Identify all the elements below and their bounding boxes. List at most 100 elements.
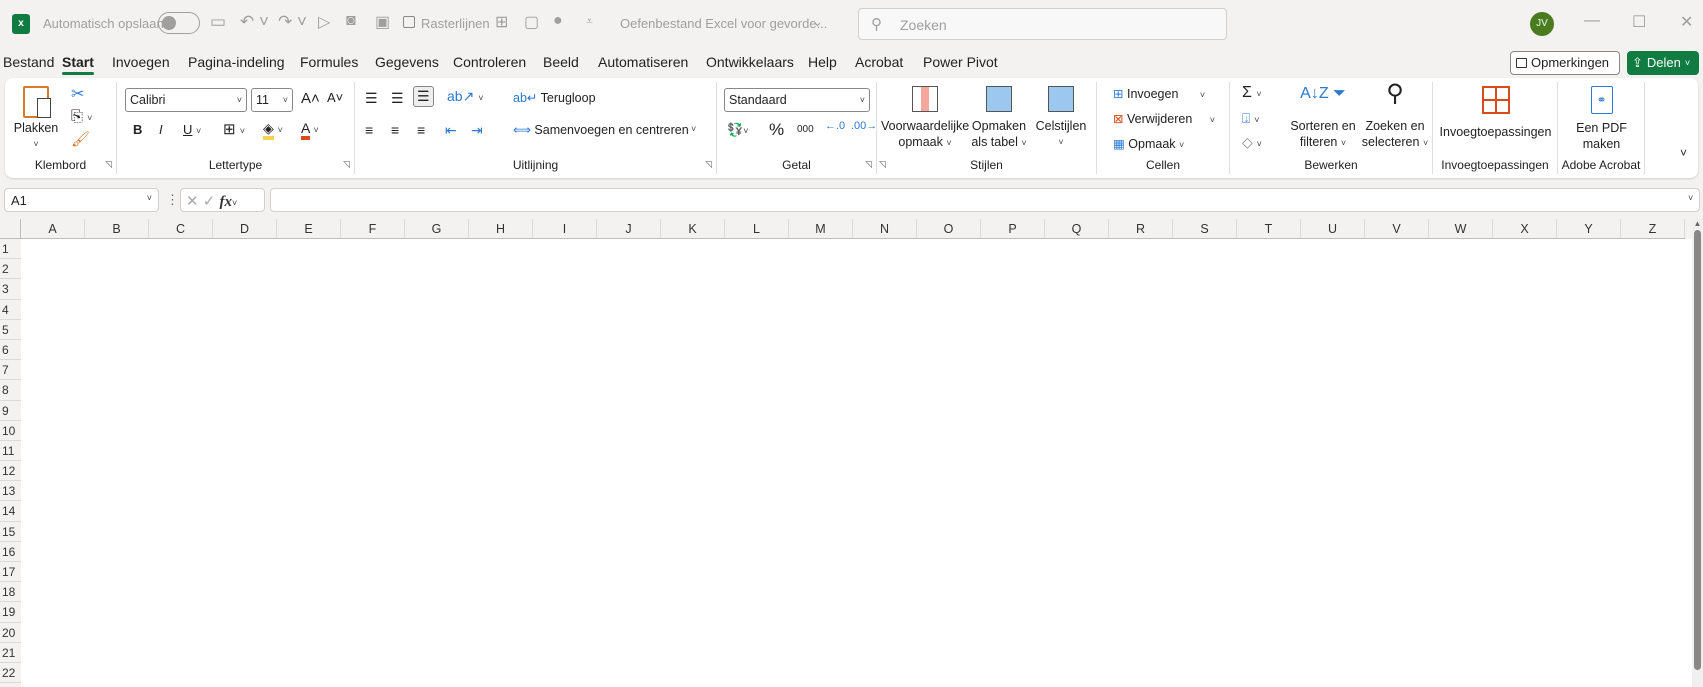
row-header[interactable]: 21 [0,643,21,663]
column-header[interactable]: J [597,219,661,238]
decrease-indent-icon[interactable]: ⇤ [445,122,457,139]
comments-button[interactable]: Opmerkingen [1510,51,1620,75]
formula-bar-grip-icon[interactable]: ⋮ [166,192,179,208]
row-header[interactable]: 12 [0,461,21,482]
dialog-launcher-icon[interactable]: ◹ [879,159,886,170]
column-header[interactable]: Y [1557,219,1621,238]
close-button[interactable]: ✕ [1680,12,1693,32]
wrap-text-button[interactable]: ab↵ Terugloop [513,90,596,105]
clear-button[interactable]: ◇ ˅ [1242,134,1262,151]
dialog-launcher-icon[interactable]: ◹ [105,159,112,170]
fill-button[interactable]: ⍗ ˅ [1242,110,1260,127]
column-header[interactable]: O [917,219,981,238]
increase-decimal-icon[interactable]: ←.0 [825,120,845,132]
borders-button[interactable]: ⊞ ˅ [223,120,245,138]
row-header[interactable]: 19 [0,602,21,623]
align-top-icon[interactable]: ☰ [365,90,378,107]
column-header[interactable]: A [21,219,85,238]
column-header[interactable]: P [981,219,1045,238]
touch-mode-icon[interactable]: ▷ [318,12,330,32]
document-title[interactable]: Oefenbestand Excel voor gevorde... [620,16,827,31]
row-header[interactable]: 16 [0,542,21,562]
italic-button[interactable]: I [159,122,163,137]
row-header[interactable]: 7 [0,360,21,381]
expand-formula-bar-icon[interactable]: ˅ [1688,193,1693,203]
format-as-table-button[interactable]: Opmaken als tabel ˅ [969,86,1029,151]
align-left-icon[interactable]: ≡ [365,122,373,138]
row-header[interactable]: 1 [0,239,21,260]
tab-acrobat[interactable]: Acrobat [855,54,903,70]
tab-help[interactable]: Help [808,54,837,70]
scrollbar-thumb[interactable] [1694,230,1701,670]
row-header[interactable]: 15 [0,522,21,542]
row-header[interactable]: 20 [0,623,21,643]
cancel-icon[interactable]: ✕ [186,193,199,210]
column-header[interactable]: I [533,219,597,238]
tab-beeld[interactable]: Beeld [543,54,579,70]
column-header[interactable]: H [469,219,533,238]
share-button[interactable]: ⇪ Delen ˅ [1627,51,1699,75]
increase-indent-icon[interactable]: ⇥ [471,122,483,139]
row-header[interactable]: 18 [0,582,21,603]
cut-icon[interactable]: ✂ [71,84,84,104]
add-ins-button[interactable]: Invoegtoepassingen [1437,86,1554,140]
font-family-select[interactable]: Calibri ˅ [125,88,247,112]
column-header[interactable]: K [661,219,725,238]
column-header[interactable]: T [1237,219,1301,238]
column-header[interactable]: F [341,219,405,238]
create-pdf-button[interactable]: ⚭ Een PDF maken [1562,86,1641,152]
column-header[interactable]: U [1301,219,1365,238]
bold-button[interactable]: B [133,122,142,137]
column-header[interactable]: W [1429,219,1493,238]
selected-cell-a1[interactable] [21,239,23,241]
maximize-button[interactable]: ☐ [1632,12,1646,32]
row-header[interactable]: 3 [0,279,21,300]
column-header[interactable]: D [213,219,277,238]
row-header[interactable]: 4 [0,300,21,320]
increase-font-size-button[interactable]: A˄ [301,90,320,107]
row-header[interactable]: 11 [0,441,21,462]
align-right-icon[interactable]: ≡ [417,122,425,138]
redo-icon[interactable]: ↷ ˅ [278,12,307,32]
tab-formules[interactable]: Formules [300,54,358,70]
name-box[interactable]: A1 ˅ [4,188,159,212]
row-header[interactable]: 8 [0,380,21,401]
save-icon[interactable]: ▭ [210,12,226,32]
copy-icon[interactable]: ⎘ ˅ [71,108,92,125]
row-header[interactable]: 22 [0,663,21,684]
column-header[interactable]: Q [1045,219,1109,238]
column-header[interactable]: C [149,219,213,238]
dialog-launcher-icon[interactable]: ◹ [865,159,872,170]
column-header[interactable]: M [789,219,853,238]
find-select-button[interactable]: ⚲ Zoeken en selecteren ˅ [1360,82,1430,151]
formula-input[interactable] [270,188,1700,212]
enter-icon[interactable]: ✓ [203,193,216,210]
font-color-button[interactable]: A ˅ [301,120,319,140]
orientation-button[interactable]: ab↗ ˅ [447,88,483,105]
column-header[interactable]: X [1493,219,1557,238]
tab-power-pivot[interactable]: Power Pivot [923,54,998,70]
camera-icon[interactable]: ◙ [346,12,356,30]
column-header[interactable]: B [85,219,149,238]
vertical-scrollbar[interactable]: ▲ [1692,219,1703,687]
column-header[interactable]: V [1365,219,1429,238]
select-all-corner[interactable] [0,219,21,239]
insert-cells-button[interactable]: ⊞ Invoegen ˅ [1113,86,1205,101]
insert-function-icon[interactable]: fx [220,194,233,210]
underline-button[interactable]: U ˅ [183,122,201,137]
format-cells-button[interactable]: ▦ Opmaak ˅ [1113,136,1184,151]
tab-gegevens[interactable]: Gegevens [375,54,439,70]
dialog-launcher-icon[interactable]: ◹ [705,159,712,170]
window-icon[interactable]: ▢ [524,12,539,32]
autosave-toggle[interactable] [158,12,200,34]
undo-icon[interactable]: ↶ ˅ [240,12,269,32]
search-box[interactable]: ⚲ Zoeken [858,8,1227,40]
tab-ontwikkelaars[interactable]: Ontwikkelaars [706,54,794,70]
scroll-up-icon[interactable]: ▲ [1692,219,1703,228]
align-bottom-icon[interactable]: ☰ [413,86,434,107]
tab-pagina-indeling[interactable]: Pagina-indeling [188,54,285,70]
tab-controleren[interactable]: Controleren [453,54,526,70]
column-header[interactable]: Z [1621,219,1685,238]
decrease-font-size-button[interactable]: A˅ [327,90,343,105]
tab-automatiseren[interactable]: Automatiseren [598,54,688,70]
